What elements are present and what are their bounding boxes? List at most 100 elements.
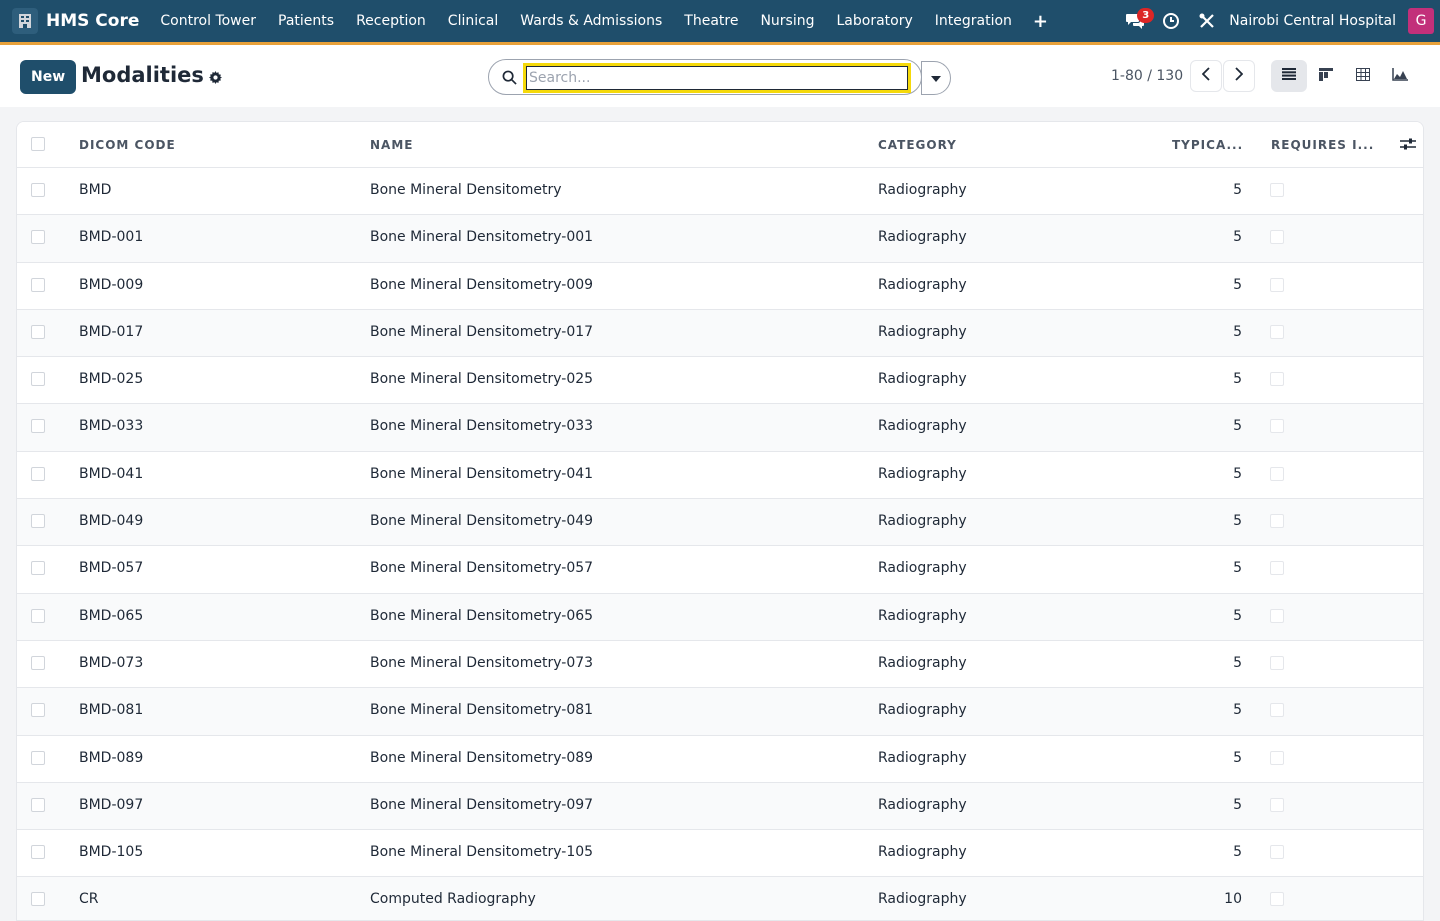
pager-value[interactable]: 1-80 / 130 [1111, 68, 1183, 84]
table-row[interactable]: BMD-057 Bone Mineral Densitometry-057 Radi… [17, 546, 1423, 594]
cell-dicom-code: BMD-097 [79, 796, 144, 813]
row-select-checkbox[interactable] [31, 372, 45, 387]
row-select-checkbox[interactable] [31, 845, 45, 860]
cell-typical: 5 [1233, 749, 1242, 766]
cell-category: Radiography [878, 796, 967, 813]
chat-icon[interactable]: 3 [1117, 0, 1155, 42]
menu-integration[interactable]: Integration [924, 0, 1023, 42]
table-row[interactable]: CR Computed Radiography Radiography 10 [17, 877, 1423, 920]
column-header-requires[interactable]: REQUIRES I... [1271, 138, 1374, 152]
cell-typical: 5 [1233, 229, 1242, 246]
view-list-button[interactable] [1271, 60, 1307, 92]
cell-typical: 5 [1233, 702, 1242, 719]
table-row[interactable]: BMD-017 Bone Mineral Densitometry-017 Radi… [17, 309, 1423, 358]
cell-requires-checkbox [1270, 845, 1284, 860]
clock-icon[interactable] [1153, 0, 1189, 42]
table-row[interactable]: BMD-041 Bone Mineral Densitometry-041 Radi… [17, 452, 1423, 500]
cell-requires-checkbox [1270, 230, 1284, 245]
menu-reception[interactable]: Reception [345, 0, 437, 42]
row-select-checkbox[interactable] [31, 230, 45, 245]
systray: 3 Nairobi Central Hospital G [1117, 0, 1440, 42]
cell-typical: 5 [1233, 323, 1242, 340]
column-header-typical[interactable]: TYPICA... [1172, 138, 1243, 152]
menu-nursing[interactable]: Nursing [749, 0, 825, 42]
row-select-checkbox[interactable] [31, 514, 45, 529]
tools-icon[interactable] [1189, 0, 1225, 42]
column-header-dicom-code[interactable]: DICOM CODE [79, 138, 176, 152]
row-select-checkbox[interactable] [31, 608, 45, 623]
row-select-checkbox[interactable] [31, 466, 45, 481]
table-row[interactable]: BMD-089 Bone Mineral Densitometry-089 Radi… [17, 736, 1423, 783]
column-header-category[interactable]: CATEGORY [878, 138, 957, 152]
table-row[interactable]: BMD-025 Bone Mineral Densitometry-025 Radi… [17, 357, 1423, 405]
search-input[interactable] [523, 63, 911, 93]
cell-name: Bone Mineral Densitometry-065 [370, 607, 594, 624]
table-row[interactable]: BMD-073 Bone Mineral Densitometry-073 Radi… [17, 641, 1423, 689]
menu-clinical[interactable]: Clinical [437, 0, 509, 42]
pager-next-button[interactable] [1223, 60, 1255, 92]
menu-more-button[interactable]: + [1023, 11, 1058, 32]
table-row[interactable]: BMD-065 Bone Mineral Densitometry-065 Radi… [17, 593, 1423, 641]
cell-category: Radiography [878, 749, 967, 766]
view-graph-button[interactable] [1382, 60, 1418, 92]
row-select-checkbox[interactable] [31, 750, 45, 765]
cell-requires-checkbox [1270, 750, 1284, 765]
row-select-checkbox[interactable] [31, 419, 45, 434]
menu-theatre[interactable]: Theatre [673, 0, 749, 42]
cell-requires-checkbox [1270, 514, 1284, 529]
cell-category: Radiography [878, 276, 967, 293]
sliders-icon[interactable] [1400, 137, 1416, 155]
row-select-checkbox[interactable] [31, 797, 45, 812]
cell-typical: 5 [1233, 418, 1242, 435]
caret-down-icon [931, 70, 941, 86]
row-select-checkbox[interactable] [31, 183, 45, 197]
table-row[interactable]: BMD-081 Bone Mineral Densitometry-081 Radi… [17, 688, 1423, 736]
table-row[interactable]: BMD Bone Mineral Densitometry Radiography 5 [17, 168, 1423, 216]
menu-patients[interactable]: Patients [267, 0, 345, 42]
app-name[interactable]: HMS Core [46, 11, 139, 31]
search-icon [502, 70, 517, 89]
row-select-checkbox[interactable] [31, 655, 45, 670]
row-select-checkbox[interactable] [31, 892, 45, 907]
row-select-checkbox[interactable] [31, 324, 45, 339]
table-row[interactable]: BMD-001 Bone Mineral Densitometry-001 Radi… [17, 215, 1423, 263]
list-view: DICOM CODE NAME CATEGORY TYPICA... REQUI… [16, 121, 1424, 921]
cell-name: Bone Mineral Densitometry-073 [370, 654, 594, 671]
company-switcher[interactable]: Nairobi Central Hospital [1229, 13, 1396, 29]
table-row[interactable]: BMD-049 Bone Mineral Densitometry-049 Radi… [17, 499, 1423, 547]
cell-category: Radiography [878, 418, 967, 435]
gear-icon[interactable] [209, 71, 222, 88]
view-kanban-button[interactable] [1308, 60, 1344, 92]
new-button[interactable]: New [20, 60, 77, 94]
menu-wards-admissions[interactable]: Wards & Admissions [509, 0, 673, 42]
table-row[interactable]: BMD-033 Bone Mineral Densitometry-033 Radi… [17, 404, 1423, 452]
row-select-checkbox[interactable] [31, 561, 45, 576]
search-options-toggle[interactable] [921, 61, 951, 95]
search-bar [488, 59, 922, 95]
avatar[interactable]: G [1408, 8, 1434, 34]
cell-dicom-code: BMD [79, 182, 112, 198]
select-all-checkbox[interactable] [31, 137, 45, 151]
cell-dicom-code: BMD-001 [79, 229, 144, 246]
table-row[interactable]: BMD-105 Bone Mineral Densitometry-105 Radi… [17, 830, 1423, 878]
cell-requires-checkbox [1270, 797, 1284, 812]
cell-dicom-code: BMD-009 [79, 276, 144, 293]
cell-typical: 10 [1224, 891, 1242, 908]
cell-typical: 5 [1233, 465, 1242, 482]
cell-dicom-code: BMD-081 [79, 702, 144, 719]
column-header-name[interactable]: NAME [370, 138, 413, 152]
control-panel: New Modalities 1-80 / 130 [0, 45, 1440, 107]
pager-previous-button[interactable] [1190, 60, 1222, 92]
view-pivot-button[interactable] [1345, 60, 1381, 92]
cell-requires-checkbox [1270, 183, 1284, 197]
table-row[interactable]: BMD-097 Bone Mineral Densitometry-097 Radi… [17, 782, 1423, 831]
row-select-checkbox[interactable] [31, 277, 45, 292]
cell-category: Radiography [878, 229, 967, 246]
hospital-icon[interactable] [12, 8, 38, 34]
table-row[interactable]: BMD-009 Bone Mineral Densitometry-009 Radi… [17, 263, 1423, 310]
menu-control-tower[interactable]: Control Tower [149, 0, 267, 42]
menu-laboratory[interactable]: Laboratory [826, 0, 924, 42]
main-menu: Control Tower Patients Reception Clinica… [149, 0, 1058, 42]
row-select-checkbox[interactable] [31, 703, 45, 718]
cell-typical: 5 [1233, 513, 1242, 530]
